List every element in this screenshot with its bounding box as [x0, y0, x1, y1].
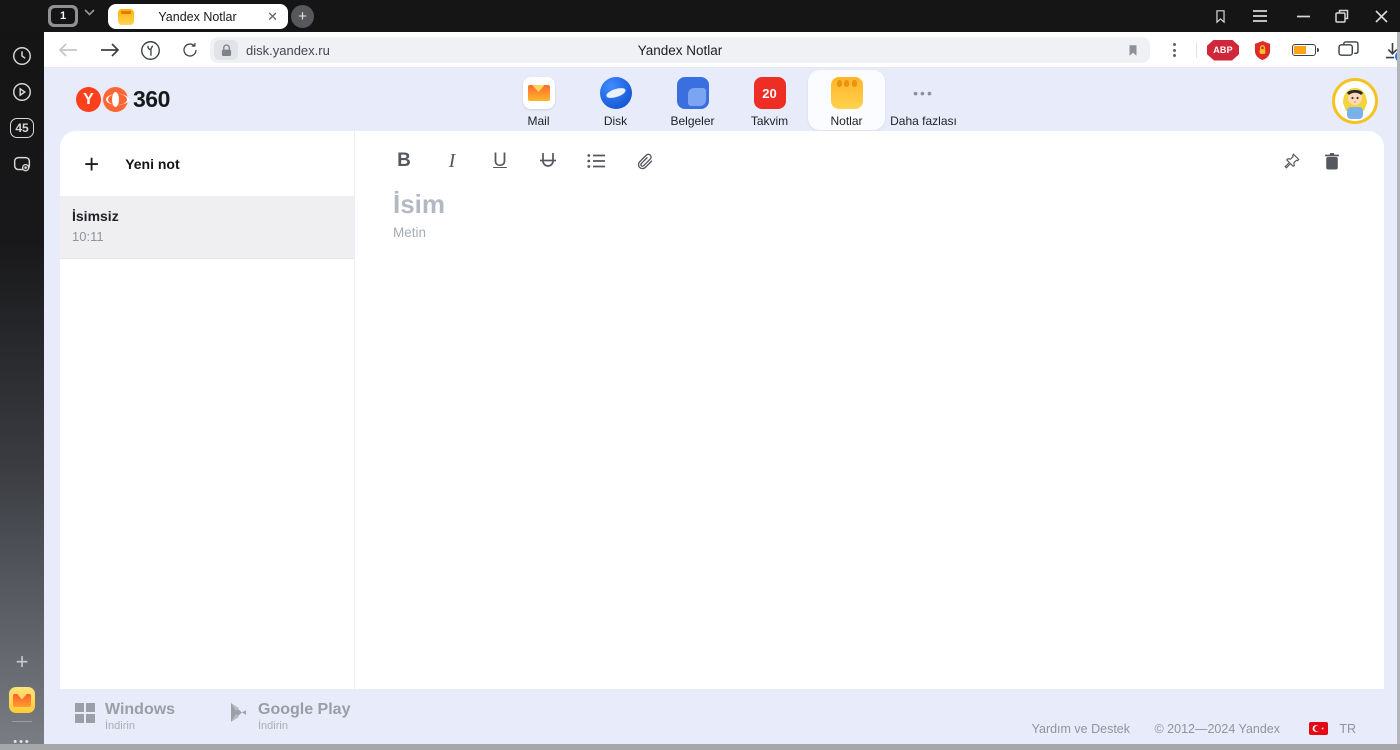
gplay-download-link[interactable]: Google Play İndirin — [229, 701, 350, 732]
nav-item-takvim[interactable]: 20 Takvim — [731, 70, 808, 130]
play-media-icon[interactable] — [0, 74, 44, 110]
window-edge-bottom — [0, 744, 1400, 750]
windows-icon — [75, 703, 95, 723]
strikethrough-button[interactable] — [536, 148, 560, 174]
title-bar: 1 Yandex Notlar ✕ + — [0, 0, 1400, 32]
tab-close-icon[interactable]: ✕ — [267, 9, 278, 25]
note-time: 10:11 — [72, 229, 104, 244]
windows-download-link[interactable]: Windows İndirin — [75, 701, 175, 732]
bold-button[interactable]: B — [392, 148, 416, 174]
refresh-icon[interactable] — [174, 32, 206, 68]
pin-icon[interactable] — [1280, 148, 1304, 174]
nav-item-notlar[interactable]: Notlar — [808, 70, 885, 130]
nav-item-daha-fazlasi[interactable]: ••• Daha fazlası — [885, 70, 962, 130]
battery-icon[interactable] — [1284, 32, 1324, 68]
adblock-extension-icon[interactable]: ABP — [1204, 32, 1242, 68]
yandex360-page: Y 360 Mail Disk Belgeler 20 Takvim Notla… — [44, 68, 1400, 750]
browser-window: 45 + ••• 1 Yandex Notlar ✕ + disk.yandex… — [0, 0, 1400, 750]
services-nav: Mail Disk Belgeler 20 Takvim Notlar ••• … — [500, 70, 962, 130]
toolbar-divider — [1196, 42, 1197, 58]
google-play-icon — [231, 703, 246, 722]
bullet-list-button[interactable] — [584, 148, 608, 174]
address-bar[interactable]: disk.yandex.ru Yandex Notlar — [210, 37, 1150, 63]
screenshot-icon[interactable] — [0, 146, 44, 182]
trash-icon[interactable] — [1320, 148, 1344, 174]
notes-list-panel: + Yeni not İsimsiz 10:11 — [60, 131, 355, 689]
editor-actions — [1280, 148, 1344, 174]
collections-icon[interactable] — [1328, 32, 1368, 68]
notes-card: + Yeni not İsimsiz 10:11 B I U İsim Meti… — [60, 131, 1384, 689]
forward-icon[interactable] — [94, 32, 126, 68]
yandex-button-icon[interactable] — [134, 32, 166, 68]
italic-button[interactable]: I — [440, 148, 464, 174]
calendar-icon: 20 — [753, 77, 786, 109]
underline-button[interactable]: U — [488, 148, 512, 174]
turkey-flag-icon[interactable] — [1309, 722, 1328, 735]
lock-icon[interactable] — [214, 40, 238, 60]
bookmarks-panel-icon[interactable] — [1206, 0, 1234, 32]
documents-icon — [676, 77, 709, 109]
yandex-logo-icon: Y — [76, 87, 101, 112]
menu-icon[interactable] — [1246, 0, 1274, 32]
history-icon[interactable] — [0, 38, 44, 74]
sidebar-divider — [12, 721, 32, 722]
note-body-input[interactable]: Metin — [393, 225, 426, 240]
downloads-icon[interactable]: 1 — [1372, 32, 1400, 68]
browser-tab[interactable]: Yandex Notlar ✕ — [108, 4, 288, 29]
mail-icon — [522, 77, 555, 109]
notes-icon — [830, 77, 863, 109]
tab-panel-button[interactable]: 1 — [48, 5, 78, 27]
disk-icon — [599, 77, 632, 109]
minimize-icon[interactable] — [1289, 0, 1317, 32]
editor-toolbar: B I U — [392, 148, 656, 174]
restore-icon[interactable] — [1328, 0, 1356, 32]
notes-favicon — [118, 8, 134, 25]
tabs-count-badge[interactable]: 45 — [0, 110, 44, 146]
more-services-icon: ••• — [913, 85, 934, 101]
user-avatar[interactable] — [1332, 78, 1378, 124]
y360-logo[interactable]: Y 360 — [76, 86, 170, 113]
nav-item-disk[interactable]: Disk — [577, 70, 654, 130]
url-text: disk.yandex.ru — [246, 42, 330, 58]
yandex-mail-shortcut-icon[interactable] — [0, 682, 44, 718]
page-title: Yandex Notlar — [637, 42, 723, 58]
toolbar-kebab-icon[interactable] — [1162, 32, 1186, 68]
note-title-input[interactable]: İsim — [393, 189, 445, 220]
new-note-button[interactable]: + Yeni not — [60, 131, 354, 197]
note-editor: B I U İsim Metin — [356, 131, 1384, 689]
protect-shield-icon[interactable] — [1244, 32, 1280, 68]
copyright-text: © 2012—2024 Yandex — [1154, 722, 1280, 736]
close-icon[interactable] — [1367, 0, 1395, 32]
sidebar-add-icon[interactable]: + — [0, 644, 44, 680]
new-tab-button[interactable]: + — [291, 5, 314, 28]
back-icon[interactable] — [52, 32, 84, 68]
browser-toolbar: disk.yandex.ru Yandex Notlar ABP 1 — [44, 32, 1400, 68]
tab-title: Yandex Notlar — [158, 9, 237, 24]
plus-icon: + — [84, 148, 100, 179]
language-selector[interactable]: TR — [1339, 722, 1356, 736]
y360-mark-icon — [103, 87, 129, 112]
page-footer: Windows İndirin Google Play İndirin Yard… — [44, 689, 1400, 744]
note-list-item[interactable]: İsimsiz 10:11 — [60, 197, 354, 259]
nav-item-mail[interactable]: Mail — [500, 70, 577, 130]
tab-list-chevron-icon[interactable] — [84, 9, 95, 16]
nav-item-belgeler[interactable]: Belgeler — [654, 70, 731, 130]
browser-sidebar: 45 + ••• — [0, 0, 44, 750]
note-title: İsimsiz — [72, 208, 119, 224]
help-support-link[interactable]: Yardım ve Destek — [1032, 722, 1130, 736]
attachment-icon[interactable] — [632, 148, 656, 174]
bookmark-icon[interactable] — [1126, 43, 1140, 58]
